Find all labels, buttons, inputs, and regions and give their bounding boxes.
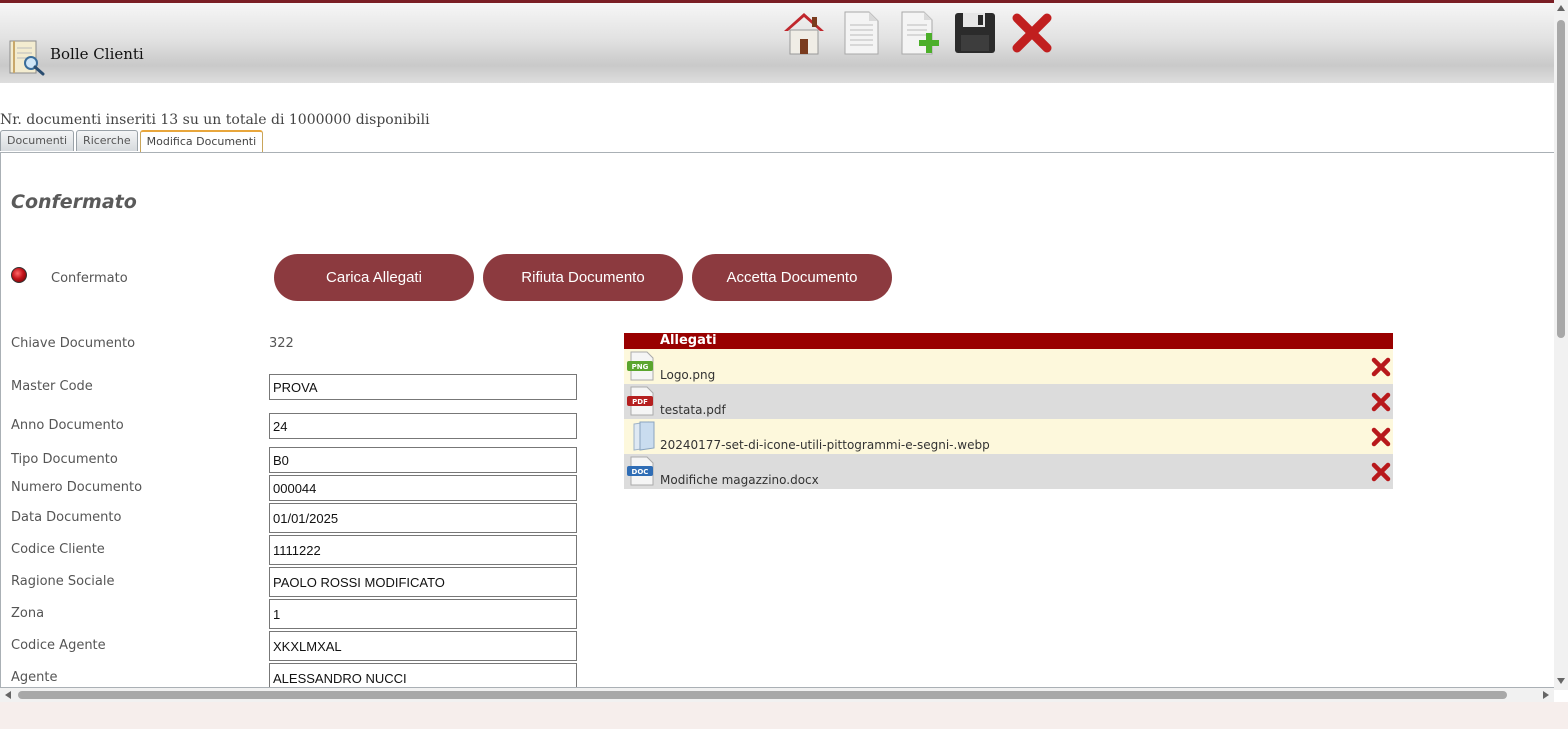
app-header: Bolle Clienti — [0, 0, 1554, 83]
ragione-sociale-label: Ragione Sociale — [11, 574, 115, 589]
status-label: Confermato — [51, 271, 128, 286]
document-icon[interactable] — [837, 9, 885, 57]
rifiuta-documento-button[interactable]: Rifiuta Documento — [483, 254, 683, 301]
tab-bar: Documenti Ricerche Modifica Documenti — [0, 130, 265, 153]
vertical-scroll-thumb[interactable] — [1557, 20, 1565, 338]
numero-documento-label: Numero Documento — [11, 480, 143, 495]
delete-icon[interactable] — [1370, 426, 1392, 448]
section-title: Confermato — [11, 191, 137, 213]
tipo-documento-input[interactable] — [269, 447, 577, 473]
data-documento-input[interactable] — [269, 503, 577, 533]
new-document-icon[interactable] — [894, 9, 942, 57]
tipo-documento-label: Tipo Documento — [11, 452, 118, 467]
document-search-icon — [7, 39, 47, 77]
chiave-documento-label: Chiave Documento — [11, 336, 136, 351]
attachment-row[interactable]: 20240177-set-di-icone-utili-pittogrammi-… — [624, 419, 1393, 454]
save-icon[interactable] — [951, 9, 999, 57]
home-icon[interactable] — [780, 9, 828, 57]
footer-bar — [0, 702, 1568, 729]
scroll-right-icon[interactable] — [1543, 691, 1549, 699]
doc-file-icon: DOC — [626, 456, 656, 486]
tab-ricerche[interactable]: Ricerche — [76, 130, 138, 151]
master-code-input[interactable] — [269, 374, 577, 400]
ragione-sociale-input[interactable] — [269, 567, 577, 597]
anno-documento-label: Anno Documento — [11, 418, 124, 433]
horizontal-scrollbar[interactable] — [0, 688, 1554, 702]
data-documento-label: Data Documento — [11, 510, 122, 525]
attachment-row[interactable]: PNG Logo.png — [624, 349, 1393, 384]
tab-documenti[interactable]: Documenti — [0, 130, 75, 151]
agente-label: Agente — [11, 670, 58, 685]
delete-icon[interactable] — [1370, 461, 1392, 483]
scroll-left-icon[interactable] — [5, 691, 11, 699]
png-file-icon: PNG — [626, 351, 656, 381]
attachment-name[interactable]: testata.pdf — [660, 403, 726, 417]
attachment-name[interactable]: Modifiche magazzino.docx — [660, 473, 819, 487]
attachment-name[interactable]: 20240177-set-di-icone-utili-pittogrammi-… — [660, 438, 990, 452]
chiave-documento-value: 322 — [269, 336, 294, 351]
tab-modifica-documenti[interactable]: Modifica Documenti — [139, 130, 264, 153]
anno-documento-input[interactable] — [269, 413, 577, 439]
accetta-documento-button[interactable]: Accetta Documento — [692, 254, 892, 301]
toolbar — [780, 9, 1065, 57]
delete-icon[interactable] — [1370, 356, 1392, 378]
agente-input[interactable] — [269, 663, 577, 687]
master-code-label: Master Code — [11, 379, 93, 394]
pdf-file-icon: PDF — [626, 386, 656, 416]
status-indicator-icon — [11, 267, 27, 283]
app-title: Bolle Clienti — [50, 45, 144, 63]
numero-documento-input[interactable] — [269, 475, 577, 501]
delete-icon[interactable] — [1370, 391, 1392, 413]
attachment-row[interactable]: DOC Modifiche magazzino.docx — [624, 454, 1393, 489]
attachment-name[interactable]: Logo.png — [660, 368, 715, 382]
codice-cliente-input[interactable] — [269, 535, 577, 565]
codice-agente-label: Codice Agente — [11, 638, 106, 653]
generic-file-icon — [626, 421, 656, 451]
codice-agente-input[interactable] — [269, 631, 577, 661]
attachment-row[interactable]: PDF testata.pdf — [624, 384, 1393, 419]
svg-text:PNG: PNG — [632, 363, 649, 371]
carica-allegati-button[interactable]: Carica Allegati — [274, 254, 474, 301]
svg-text:DOC: DOC — [632, 468, 649, 476]
scroll-down-icon[interactable] — [1557, 678, 1565, 684]
zona-label: Zona — [11, 606, 45, 621]
document-count-text: Nr. documenti inseriti 13 su un totale d… — [0, 112, 430, 128]
svg-text:PDF: PDF — [632, 398, 648, 406]
codice-cliente-label: Codice Cliente — [11, 542, 105, 557]
zona-input[interactable] — [269, 599, 577, 629]
attachments-panel: Allegati PNG Logo.png PDF testata.pdf 20… — [624, 333, 1393, 489]
attachments-header: Allegati — [624, 333, 1393, 349]
close-icon[interactable] — [1008, 9, 1056, 57]
vertical-scrollbar[interactable] — [1554, 0, 1568, 690]
edit-document-panel: Confermato Confermato Carica Allegati Ri… — [0, 152, 1555, 688]
horizontal-scroll-thumb[interactable] — [18, 691, 1507, 699]
scroll-up-icon[interactable] — [1557, 5, 1565, 11]
